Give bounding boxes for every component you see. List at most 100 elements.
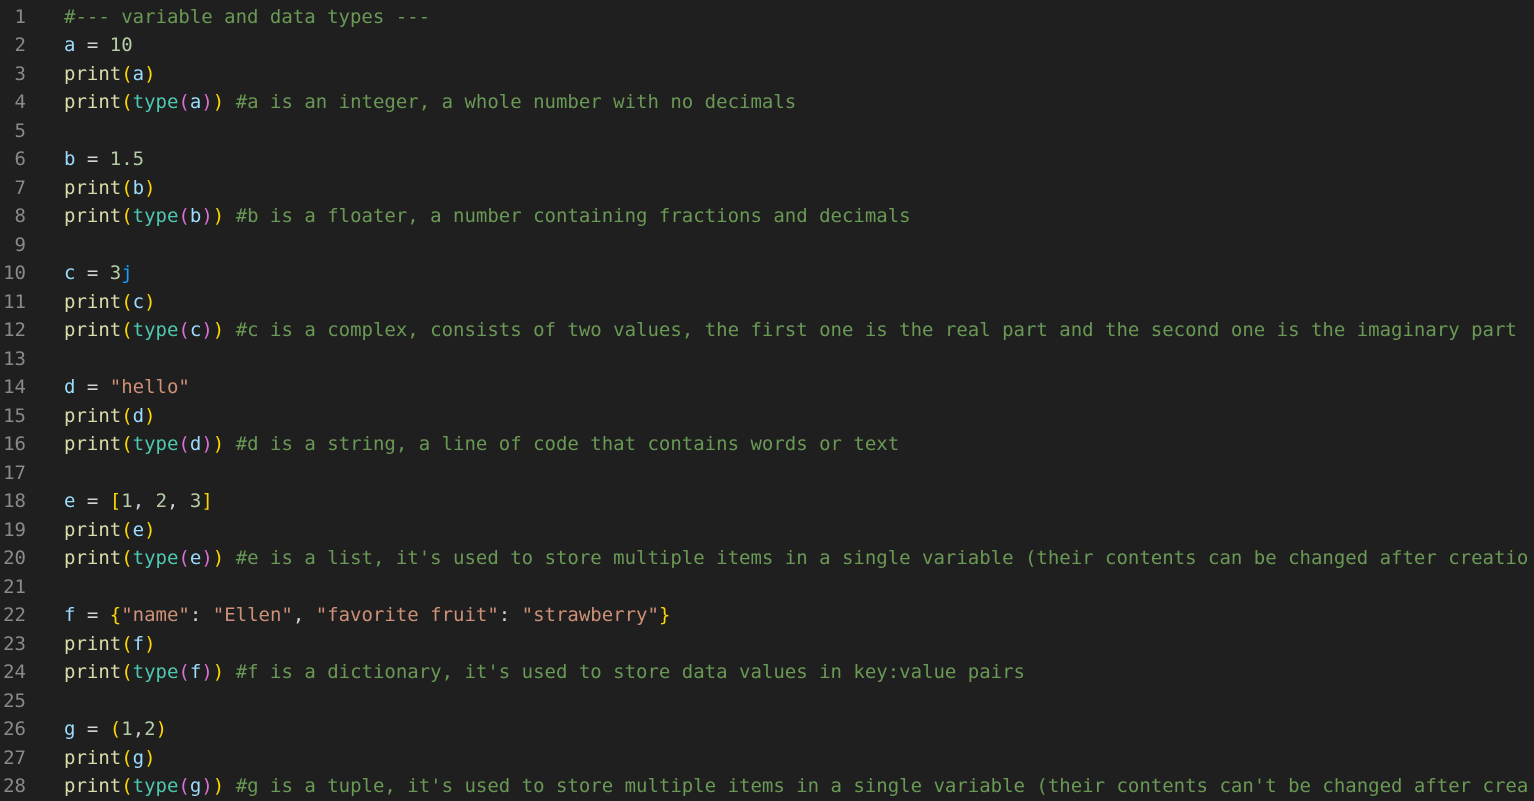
code-token: )	[144, 404, 156, 427]
line-number: 28	[3, 775, 26, 797]
code-token: 1	[121, 718, 133, 740]
code-line[interactable]: 22 f = {"name": "Ellen", "favorite fruit"…	[0, 601, 1534, 630]
line-code[interactable]: b = 1.5	[64, 145, 144, 174]
code-token: f	[64, 604, 76, 626]
code-token: ,	[167, 490, 190, 512]
line-code[interactable]: print(f)	[64, 630, 156, 659]
code-token: f	[132, 632, 145, 655]
code-line[interactable]: 9	[0, 231, 1534, 260]
code-token: a	[132, 62, 145, 85]
code-editor[interactable]: 1 #--- variable and data types --- 2 a = 10…	[0, 0, 1534, 801]
code-token: (	[121, 775, 133, 797]
code-token: (	[121, 632, 133, 655]
code-line[interactable]: 11 print(c)	[0, 288, 1534, 317]
code-token: (	[121, 91, 133, 113]
code-line[interactable]: 13	[0, 345, 1534, 374]
code-line[interactable]: 18 e = [1, 2, 3]	[0, 487, 1534, 516]
code-token: e	[189, 547, 202, 569]
line-code[interactable]: print(c)	[64, 288, 156, 317]
code-token: print	[64, 632, 122, 655]
code-line[interactable]: 15 print(d)	[0, 402, 1534, 431]
line-code[interactable]: g = (1,2)	[64, 715, 167, 744]
code-token: print	[64, 661, 122, 683]
code-line[interactable]: 7 print(b)	[0, 174, 1534, 203]
line-code[interactable]: c = 3j	[64, 259, 133, 288]
code-line[interactable]: 27 print(g)	[0, 744, 1534, 773]
line-code[interactable]: print(d)	[64, 402, 156, 431]
code-token: print	[64, 518, 122, 541]
line-number: 23	[3, 632, 26, 655]
code-token: print	[64, 319, 122, 341]
line-code[interactable]: a = 10	[64, 31, 133, 60]
code-line[interactable]: 14 d = "hello"	[0, 373, 1534, 402]
code-token: (	[109, 718, 122, 740]
code-line[interactable]: 2 a = 10	[0, 31, 1534, 60]
line-number: 26	[3, 718, 26, 740]
code-line[interactable]: 12 print(type(c)) #c is a complex, consis…	[0, 316, 1534, 345]
code-line[interactable]: 20 print(type(e)) #e is a list, it's used…	[0, 544, 1534, 573]
code-token: type	[132, 91, 179, 113]
code-line[interactable]: 25	[0, 687, 1534, 716]
line-code[interactable]: print(e)	[64, 516, 156, 545]
line-number: 5	[14, 119, 26, 142]
code-line[interactable]: 6 b = 1.5	[0, 145, 1534, 174]
code-token: #b is a floater, a number containing fra…	[235, 205, 911, 227]
code-token: (	[178, 91, 190, 113]
line-code[interactable]: print(type(e)) #e is a list, it's used t…	[64, 544, 1528, 573]
line-code[interactable]: print(type(f)) #f is a dictionary, it's …	[64, 658, 1025, 687]
line-code[interactable]: print(type(b)) #b is a floater, a number…	[64, 202, 911, 231]
line-code[interactable]: print(type(a)) #a is an integer, a whole…	[64, 88, 796, 117]
code-token: type	[132, 433, 179, 455]
code-line[interactable]: 28 print(type(g)) #g is a tuple, it's use…	[0, 772, 1534, 801]
line-code[interactable]: print(b)	[64, 174, 156, 203]
code-line[interactable]: 3 print(a)	[0, 60, 1534, 89]
line-code[interactable]: print(type(c)) #c is a complex, consists…	[64, 316, 1517, 345]
code-token: )	[144, 176, 156, 199]
code-line[interactable]: 1 #--- variable and data types ---	[0, 3, 1534, 32]
line-number: 16	[3, 433, 26, 455]
line-number: 27	[3, 746, 26, 769]
line-number: 1	[14, 5, 26, 28]
code-token: :	[498, 604, 522, 626]
code-token: ,	[132, 718, 145, 740]
code-line[interactable]: 24 print(type(f)) #f is a dictionary, it'…	[0, 658, 1534, 687]
code-line[interactable]: 8 print(type(b)) #b is a floater, a numbe…	[0, 202, 1534, 231]
line-code[interactable]: print(g)	[64, 744, 156, 773]
line-number: 17	[3, 461, 26, 484]
line-code[interactable]: d = "hello"	[64, 373, 190, 402]
code-token: "favorite fruit"	[315, 604, 499, 626]
code-line[interactable]: 16 print(type(d)) #d is a string, a line …	[0, 430, 1534, 459]
code-token: =	[75, 148, 110, 170]
line-code[interactable]: f = {"name": "Ellen", "favorite fruit": …	[64, 601, 670, 630]
code-line[interactable]: 4 print(type(a)) #a is an integer, a whol…	[0, 88, 1534, 117]
code-token: #f is a dictionary, it's used to store d…	[235, 661, 1025, 683]
code-line[interactable]: 10 c = 3j	[0, 259, 1534, 288]
code-token: "Ellen"	[212, 604, 293, 626]
code-token: (	[121, 661, 133, 683]
code-token: )	[212, 433, 225, 455]
line-number: 2	[14, 34, 26, 56]
code-line[interactable]: 19 print(e)	[0, 516, 1534, 545]
line-code[interactable]: print(type(g)) #g is a tuple, it's used …	[64, 772, 1528, 801]
line-number: 13	[3, 347, 26, 370]
line-code[interactable]: #--- variable and data types ---	[64, 3, 430, 32]
code-line[interactable]: 26 g = (1,2)	[0, 715, 1534, 744]
code-token: (	[178, 319, 190, 341]
code-token: }	[658, 604, 671, 626]
line-code[interactable]: print(a)	[64, 60, 156, 89]
code-token: print	[64, 775, 122, 797]
code-token: (	[121, 404, 133, 427]
code-line[interactable]: 5	[0, 117, 1534, 146]
line-code[interactable]: e = [1, 2, 3]	[64, 487, 213, 516]
code-token: =	[75, 604, 110, 626]
code-line[interactable]: 23 print(f)	[0, 630, 1534, 659]
code-token: )	[201, 319, 213, 341]
code-line[interactable]: 21	[0, 573, 1534, 602]
line-number: 6	[14, 148, 26, 170]
code-token: (	[178, 775, 190, 797]
code-token: (	[121, 176, 133, 199]
code-line[interactable]: 17	[0, 459, 1534, 488]
line-code[interactable]: print(type(d)) #d is a string, a line of…	[64, 430, 899, 459]
